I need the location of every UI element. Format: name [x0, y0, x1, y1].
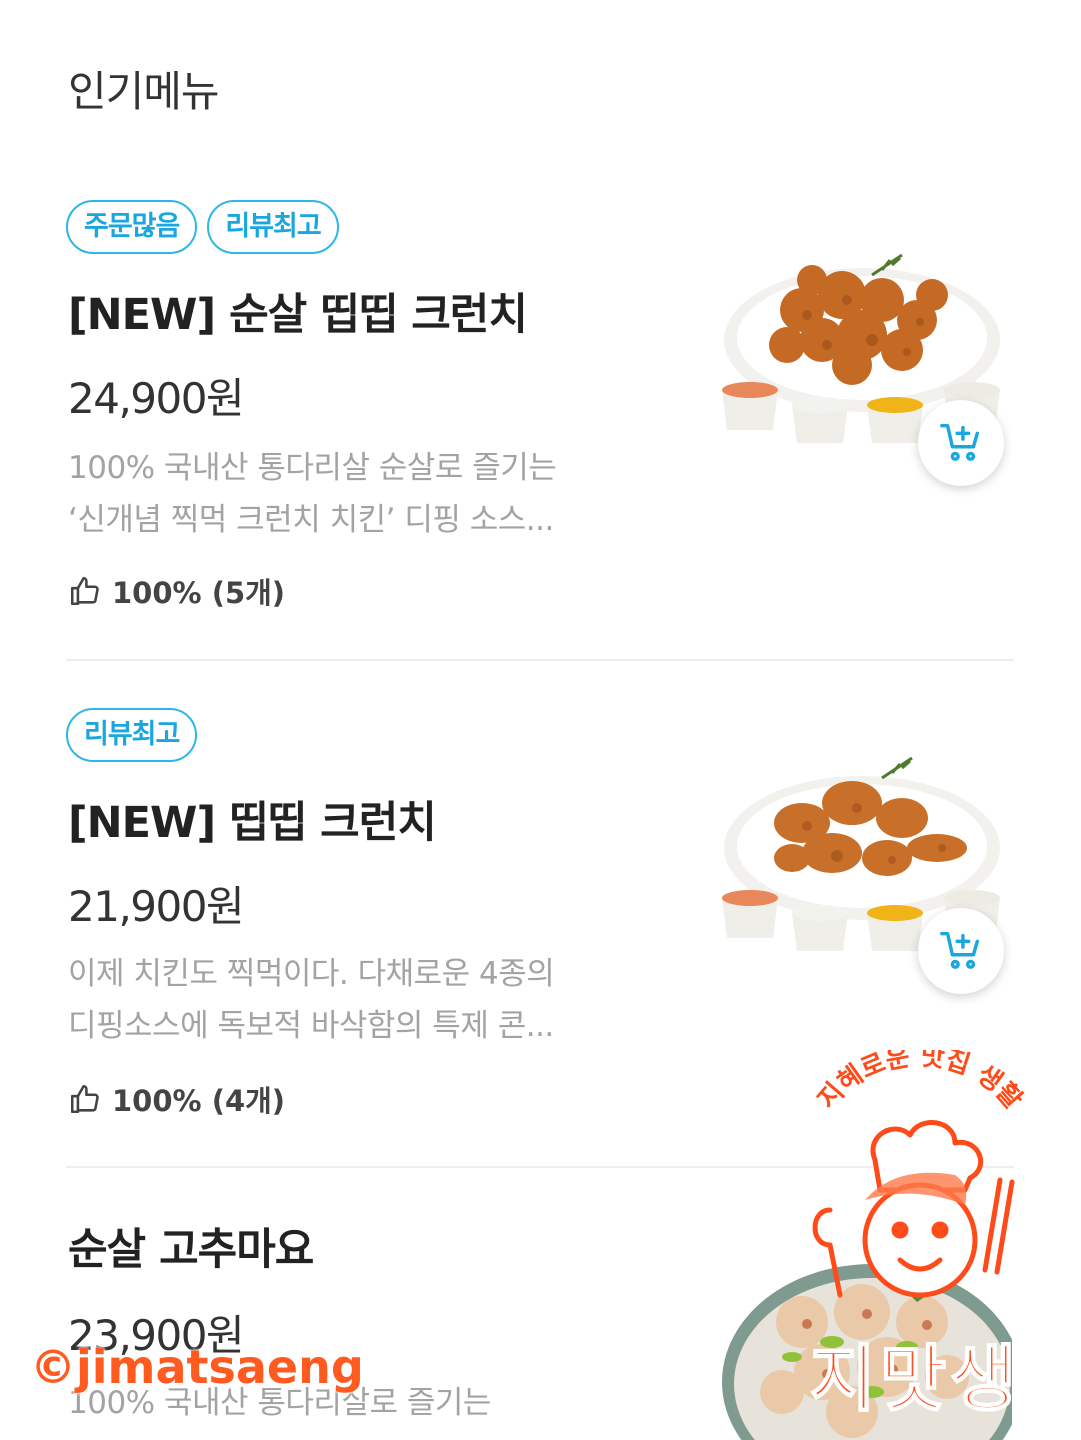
- description-line: 디핑소스에 독보적 바삭함의 특제 콘...: [68, 1008, 554, 1044]
- add-to-cart-button[interactable]: [918, 400, 1004, 486]
- description-line: ‘신개념 찍먹 크런치 치킨’ 디핑 소스...: [68, 502, 554, 538]
- description-line: 100% 국내산 통다리살 순살로 즐기는: [68, 450, 557, 486]
- tag-most-ordered: 주문많음: [66, 200, 198, 254]
- tag-best-review: 리뷰최고: [207, 200, 339, 254]
- watermark-handle: ©jimatsaeng: [30, 1340, 364, 1394]
- rating: 100% (5개): [68, 570, 285, 612]
- rating-text: 100% (4개): [112, 1084, 286, 1118]
- logo-letters: 지맛생: [809, 1336, 1021, 1422]
- menu-name[interactable]: 순살 고추마요: [68, 1215, 314, 1277]
- tag-list: 주문많음 리뷰최고: [66, 200, 339, 254]
- cart-plus-icon: [938, 926, 984, 976]
- menu-description: 이제 치킨도 찍먹이다. 다채로운 4종의 디핑소스에 독보적 바삭함의 특제 …: [68, 948, 658, 1052]
- thumbs-up-icon: [68, 1082, 102, 1116]
- tag-best-review: 리뷰최고: [66, 708, 198, 762]
- description-line: 이제 치킨도 찍먹이다. 다채로운 4종의: [68, 956, 555, 992]
- rating-text: 100% (5개): [112, 576, 286, 610]
- thumbs-up-icon: [68, 574, 102, 608]
- menu-name[interactable]: [NEW] 순살 띱띱 크런치: [68, 280, 528, 342]
- menu-price: 24,900원: [68, 374, 245, 423]
- section-title: 인기메뉴: [68, 67, 220, 116]
- cart-plus-icon: [938, 418, 984, 468]
- rating: 100% (4개): [68, 1078, 285, 1120]
- add-to-cart-button[interactable]: [918, 908, 1004, 994]
- menu-price: 21,900원: [68, 882, 245, 931]
- divider: [66, 659, 1014, 661]
- menu-description: 100% 국내산 통다리살 순살로 즐기는 ‘신개념 찍먹 크런치 치킨’ 디핑…: [68, 442, 658, 546]
- logo-arc-text: 지혜로운 맛집 생활: [812, 1050, 1028, 1115]
- menu-name[interactable]: [NEW] 띱띱 크런치: [68, 788, 437, 850]
- tag-list: 리뷰최고: [66, 708, 198, 762]
